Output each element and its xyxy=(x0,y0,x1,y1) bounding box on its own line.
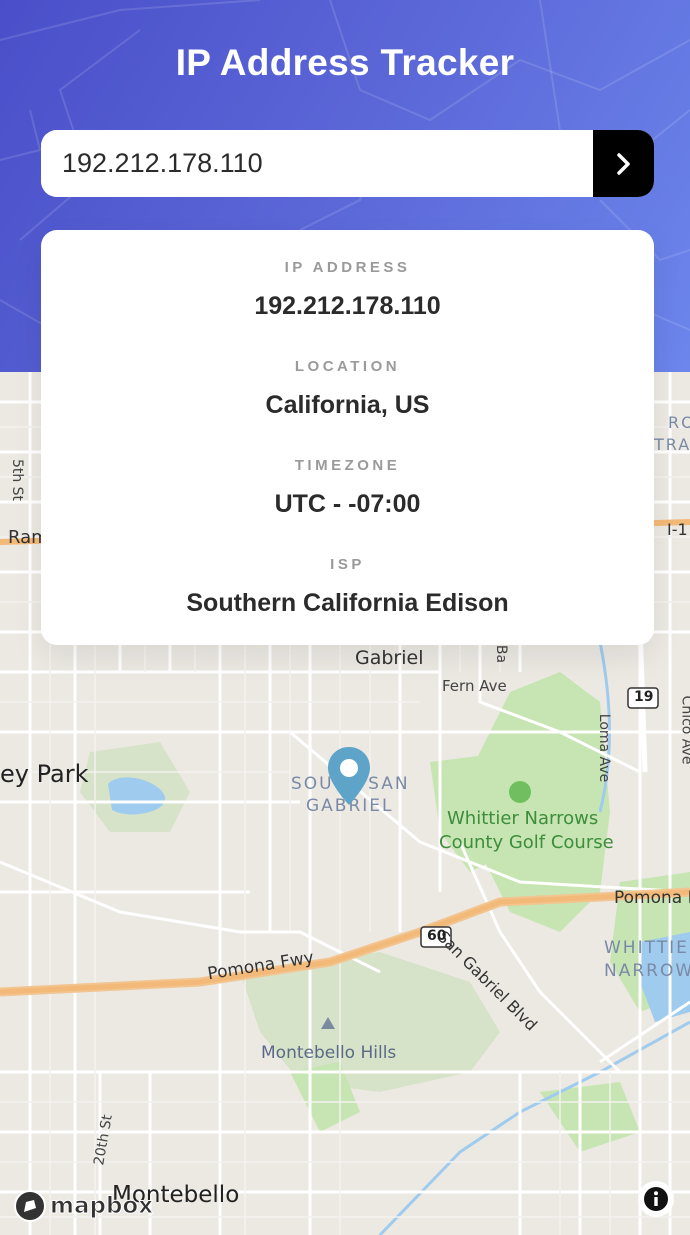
isp-label: ISP xyxy=(330,556,365,573)
timezone-label: TIMEZONE xyxy=(294,457,401,474)
ip-address-value: 192.212.178.110 xyxy=(254,292,441,320)
map-label: Fern Ave xyxy=(442,677,507,695)
map-label: 5th St xyxy=(9,458,26,502)
map-label: ey Park xyxy=(0,760,89,788)
timezone-value: UTC - -07:00 xyxy=(274,490,421,518)
map-label: I-1 xyxy=(667,520,688,539)
map-label: Montebello Hills xyxy=(261,1043,397,1063)
highway-shield: 60 xyxy=(427,928,447,944)
map-label: Ba xyxy=(493,644,510,664)
map-label: Gabriel xyxy=(355,647,424,669)
info-icon xyxy=(644,1187,668,1211)
mapbox-icon xyxy=(14,1190,46,1222)
map-label: TRA xyxy=(654,435,690,454)
location-label: LOCATION xyxy=(294,358,401,375)
search-button[interactable] xyxy=(593,130,654,197)
search-bar xyxy=(41,130,654,197)
map-label: RO xyxy=(668,413,690,432)
map-label: County Golf Course xyxy=(439,832,614,853)
page-title: IP Address Tracker xyxy=(175,42,515,83)
map-label: NARROW xyxy=(604,961,690,981)
chevron-right-icon xyxy=(616,152,630,175)
search-input[interactable] xyxy=(41,130,593,197)
location-pin-icon[interactable] xyxy=(326,745,372,807)
ip-address-label: IP ADDRESS xyxy=(284,259,411,276)
isp-value: Southern California Edison xyxy=(186,589,509,617)
mapbox-wordmark: mapbox xyxy=(49,1193,154,1220)
map-label: Pomona F xyxy=(614,888,690,908)
map-label: Whittier Narrows xyxy=(447,808,599,829)
map-label: Loma Ave xyxy=(596,713,613,783)
ip-info-card: IP ADDRESS 192.212.178.110 LOCATION Cali… xyxy=(41,230,654,645)
attribution-info-button[interactable] xyxy=(638,1181,674,1217)
highway-shield: 19 xyxy=(634,689,654,705)
map-label: Chico Ave xyxy=(678,695,690,765)
mapbox-logo[interactable]: mapbox xyxy=(12,1188,154,1224)
location-value: California, US xyxy=(265,391,430,419)
map-label: WHITTIE xyxy=(604,938,689,958)
